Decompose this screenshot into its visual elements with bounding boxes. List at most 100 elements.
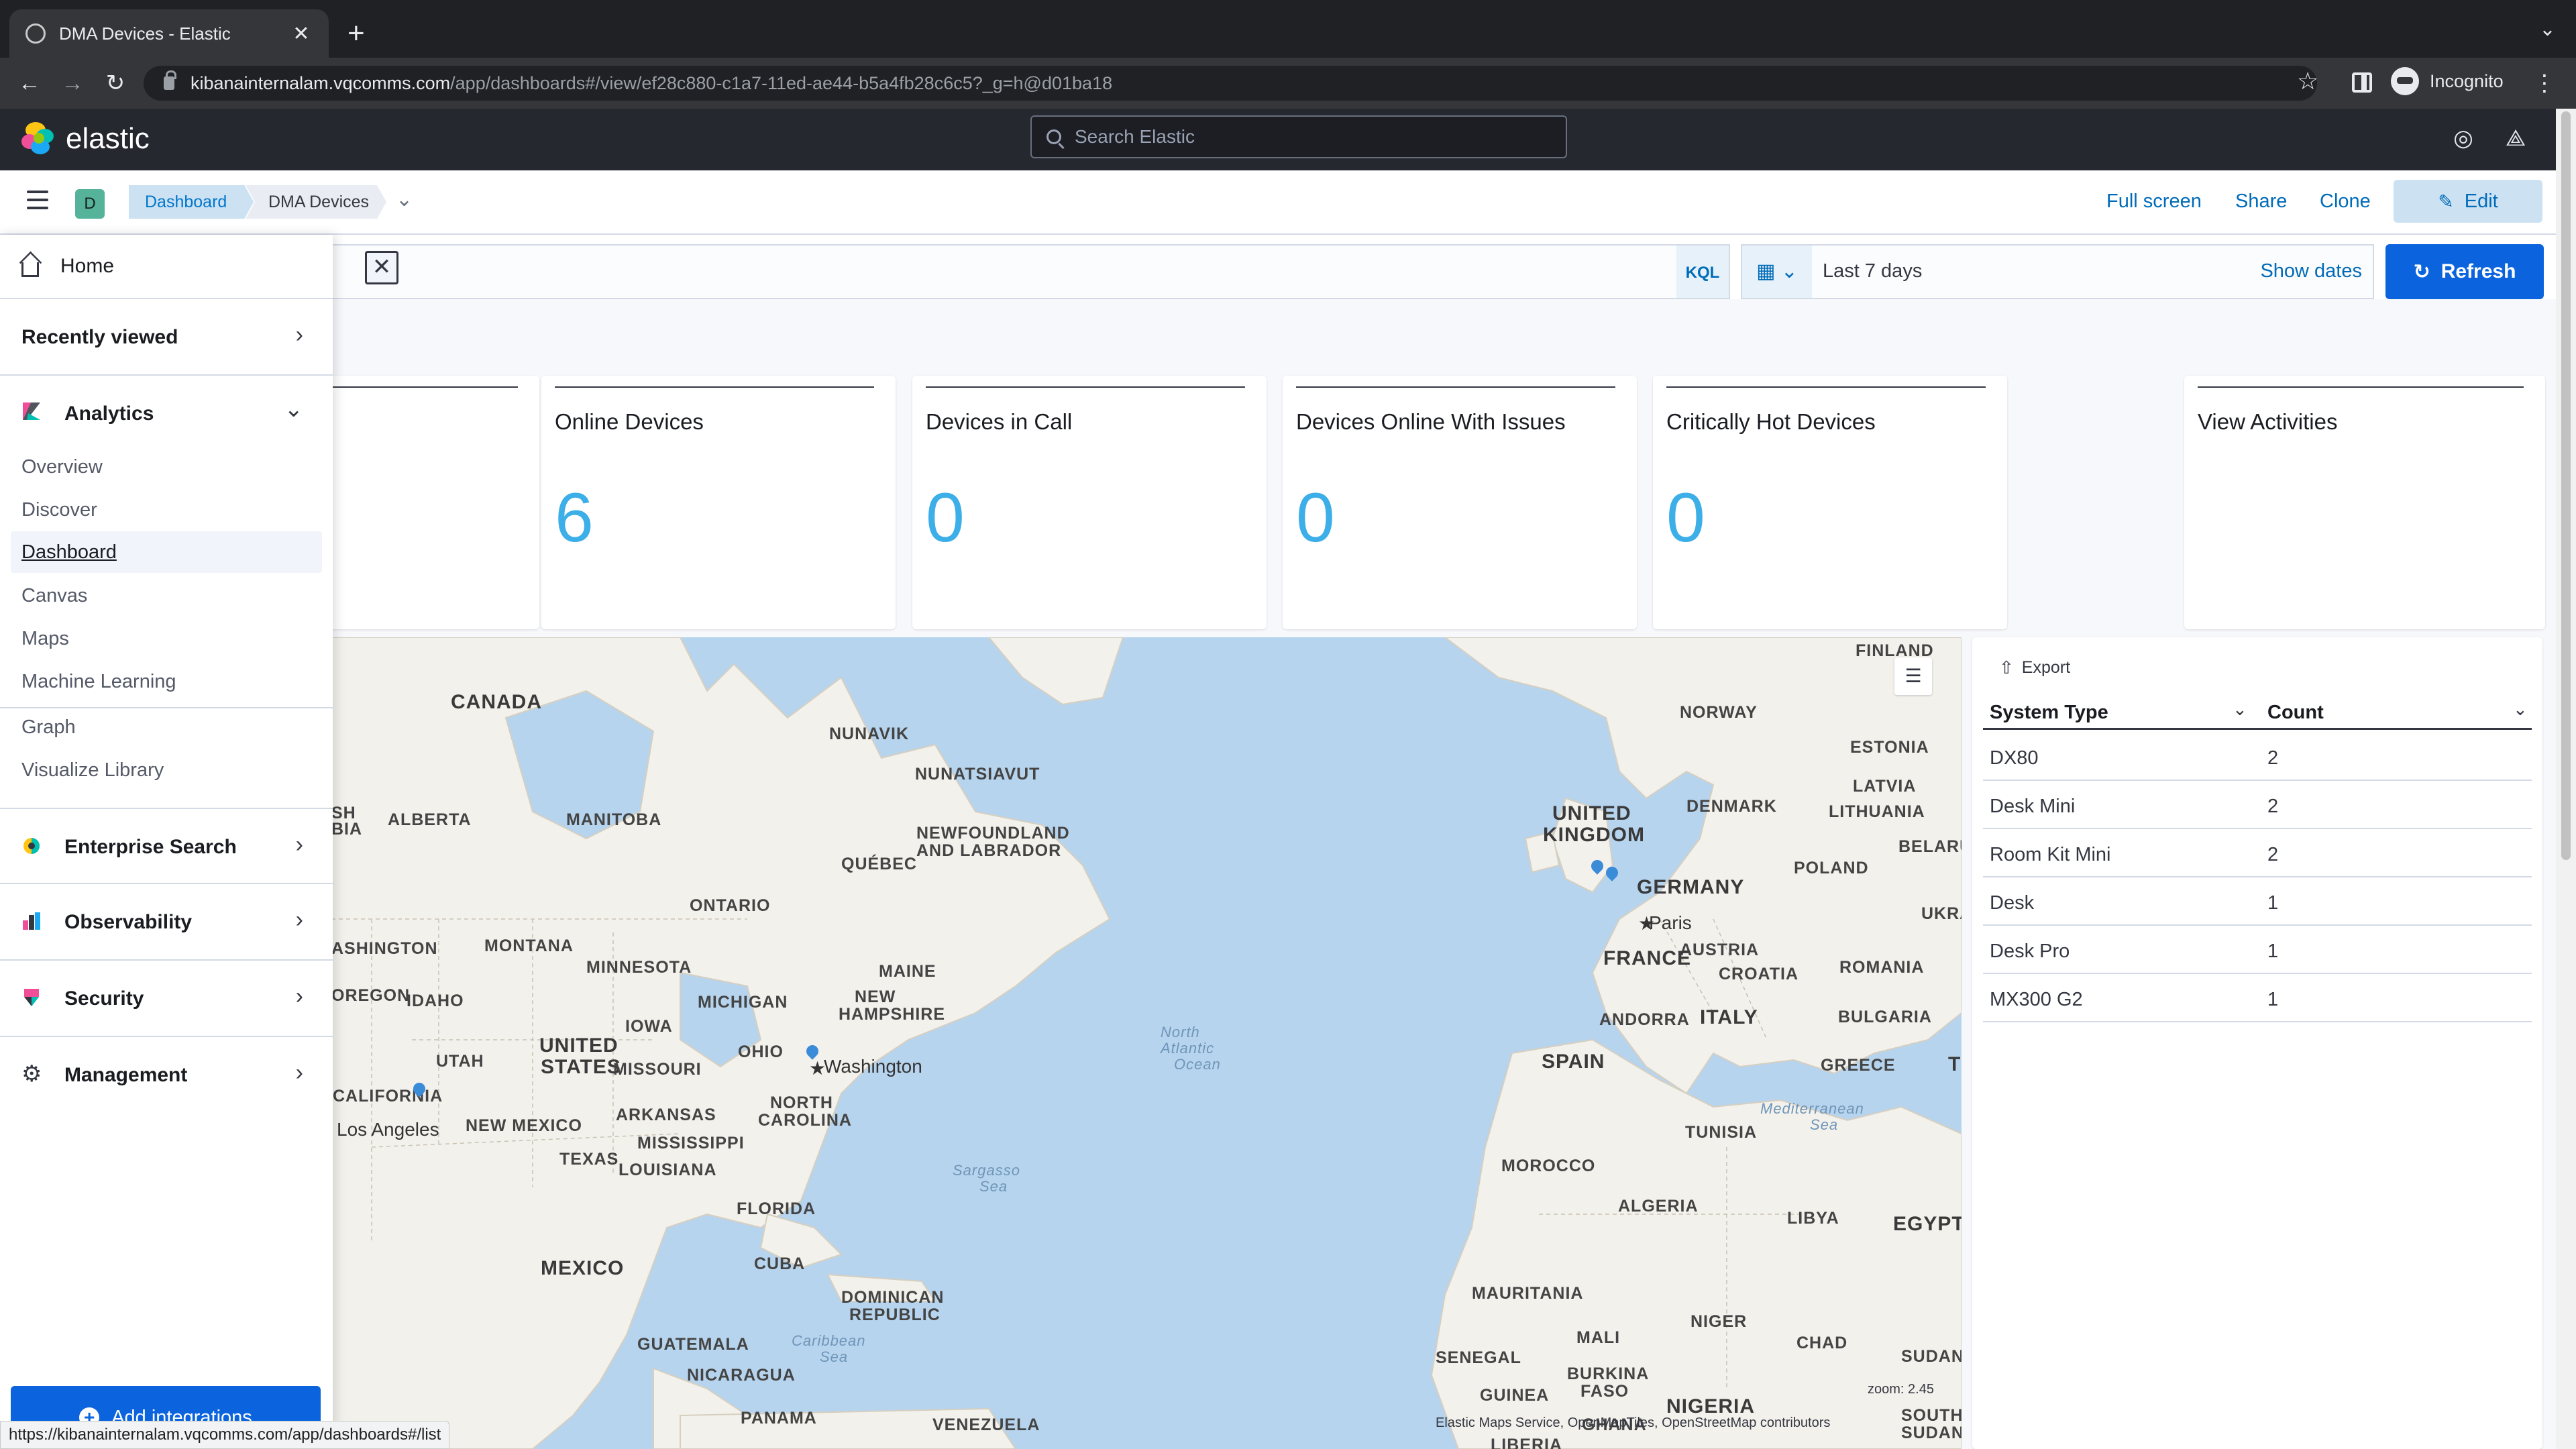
menu-hamburger-icon[interactable] bbox=[27, 191, 48, 209]
global-search-input[interactable]: Search Elastic bbox=[1030, 115, 1567, 158]
side-panel-icon[interactable] bbox=[2352, 72, 2372, 93]
map-label: POLAND bbox=[1794, 859, 1869, 877]
map-zoom-level: zoom: 2.45 bbox=[1868, 1382, 1934, 1397]
metric-panel-devices-in-call[interactable]: Devices in Call 0 bbox=[912, 376, 1267, 629]
nav-item-maps[interactable]: Maps bbox=[21, 628, 69, 650]
view-activities-panel[interactable]: View Activities bbox=[2184, 376, 2545, 629]
help-lifebuoy-icon[interactable]: ◎ bbox=[2450, 125, 2477, 152]
sort-chevron-icon[interactable]: ⌄ bbox=[2233, 699, 2247, 720]
new-tab-button[interactable]: + bbox=[347, 15, 365, 52]
table-row[interactable]: Desk Pro 1 bbox=[1983, 926, 2532, 974]
table-row[interactable]: DX80 2 bbox=[1983, 733, 2532, 781]
map-label: MALI bbox=[1576, 1328, 1621, 1347]
map-label: SUDAN bbox=[1901, 1424, 1962, 1442]
forward-arrow-icon[interactable]: → bbox=[56, 67, 89, 99]
share-button[interactable]: Share bbox=[2235, 191, 2287, 213]
clear-query-icon[interactable]: ✕ bbox=[365, 251, 398, 284]
table-row[interactable]: Desk 1 bbox=[1983, 877, 2532, 926]
count-cell: 2 bbox=[2267, 796, 2279, 817]
show-dates-button[interactable]: Show dates bbox=[2260, 260, 2362, 282]
device-location-marker[interactable] bbox=[413, 1083, 425, 1099]
query-input[interactable]: ✕ bbox=[331, 244, 1676, 299]
edit-button[interactable]: ✎ Edit bbox=[2394, 180, 2542, 223]
map-label: IOWA bbox=[625, 1017, 673, 1036]
nav-item-canvas[interactable]: Canvas bbox=[21, 585, 87, 607]
chevron-right-icon[interactable]: › bbox=[296, 907, 303, 933]
sort-chevron-icon[interactable]: ⌄ bbox=[2513, 699, 2528, 720]
map-label: SUDAN bbox=[1901, 1347, 1962, 1366]
nav-recently-viewed[interactable]: Recently viewed › bbox=[0, 299, 333, 376]
map-label: MISSOURI bbox=[613, 1060, 702, 1079]
map-attribution[interactable]: Elastic Maps Service, OpenMapTiles, Open… bbox=[1436, 1415, 1830, 1431]
nav-security[interactable]: Security › bbox=[0, 961, 333, 1037]
column-header-system-type[interactable]: System Type bbox=[1990, 702, 2108, 724]
nav-home[interactable]: Home bbox=[0, 235, 333, 299]
nav-management[interactable]: ⚙ Management › bbox=[0, 1037, 333, 1114]
system-type-cell: Desk Mini bbox=[1990, 796, 2076, 817]
map-label: GERMANY bbox=[1637, 876, 1745, 898]
nav-enterprise-search[interactable]: Enterprise Search › bbox=[0, 808, 333, 884]
device-location-marker[interactable] bbox=[1591, 860, 1603, 876]
tab-title: DMA Devices - Elastic bbox=[59, 23, 231, 44]
refresh-icon: ↻ bbox=[2413, 260, 2430, 283]
map-label: CANADA bbox=[451, 691, 542, 713]
news-feed-icon[interactable]: ⟁ bbox=[2502, 125, 2529, 152]
full-screen-button[interactable]: Full screen bbox=[2106, 191, 2202, 213]
map-label: NUNATSIAVUT bbox=[915, 765, 1040, 784]
nav-observability[interactable]: Observability › bbox=[0, 884, 333, 961]
nav-item-discover[interactable]: Discover bbox=[21, 499, 97, 521]
map-label: MINNESOTA bbox=[586, 958, 692, 977]
count-cell: 1 bbox=[2267, 892, 2279, 914]
chevron-right-icon[interactable]: › bbox=[296, 983, 303, 1010]
analytics-label[interactable]: Analytics bbox=[64, 402, 154, 425]
kql-language-toggle[interactable]: KQL bbox=[1676, 244, 1730, 299]
refresh-button[interactable]: ↻ Refresh bbox=[2385, 244, 2544, 299]
elastic-logo[interactable]: elastic bbox=[21, 122, 150, 156]
time-range-label[interactable]: Last 7 days bbox=[1823, 260, 1922, 282]
incognito-profile-button[interactable]: Incognito bbox=[2391, 67, 2504, 95]
table-row[interactable]: Room Kit Mini 2 bbox=[1983, 829, 2532, 877]
export-button[interactable]: ⇧ Export bbox=[1999, 657, 2070, 678]
chevron-down-icon[interactable]: ⌄ bbox=[396, 188, 413, 211]
chevron-right-icon[interactable]: › bbox=[296, 322, 303, 348]
back-arrow-icon[interactable]: ← bbox=[13, 67, 46, 99]
reload-icon[interactable]: ↻ bbox=[99, 67, 131, 99]
nav-item-visualize-library[interactable]: Visualize Library bbox=[21, 759, 164, 782]
chevron-down-icon[interactable]: ⌄ bbox=[284, 396, 304, 423]
address-bar[interactable]: kibanainternalam.vqcomms.com/app/dashboa… bbox=[144, 66, 2317, 101]
bookmark-star-icon[interactable]: ☆ bbox=[2297, 67, 2318, 95]
device-location-marker[interactable] bbox=[1606, 867, 1618, 883]
metric-panel-hidden[interactable] bbox=[318, 376, 539, 629]
date-picker[interactable]: ▦ ⌄ Last 7 days Show dates bbox=[1741, 244, 2374, 299]
panel-rule bbox=[555, 386, 874, 388]
nav-item-machine-learning[interactable]: Machine Learning bbox=[21, 671, 176, 693]
device-location-marker[interactable] bbox=[806, 1045, 818, 1061]
map-label: ARKANSAS bbox=[616, 1106, 716, 1124]
nav-item-graph[interactable]: Graph bbox=[21, 716, 76, 739]
tab-search-chevron-icon[interactable]: ⌄ bbox=[2539, 17, 2556, 41]
devices-map[interactable]: CANADA NUNAVIK NUNATSIAVUT ALBERTA MANIT… bbox=[331, 637, 1962, 1449]
calendar-icon[interactable]: ▦ ⌄ bbox=[1742, 246, 1812, 298]
map-label: LOUISIANA bbox=[619, 1161, 717, 1179]
tab-close-icon[interactable]: ✕ bbox=[290, 22, 313, 46]
clone-button[interactable]: Clone bbox=[2320, 191, 2371, 213]
map-layers-icon[interactable]: ☰ bbox=[1894, 657, 1932, 695]
metric-panel-online-devices[interactable]: Online Devices 6 bbox=[541, 376, 896, 629]
breadcrumb-dashboard[interactable]: Dashboard bbox=[129, 185, 254, 219]
security-icon bbox=[21, 987, 42, 1008]
browser-tab[interactable]: DMA Devices - Elastic ✕ bbox=[9, 9, 329, 58]
browser-menu-icon[interactable]: ⋮ bbox=[2533, 70, 2556, 97]
nav-item-dashboard[interactable]: Dashboard bbox=[11, 531, 322, 573]
table-row[interactable]: Desk Mini 2 bbox=[1983, 781, 2532, 829]
table-row[interactable]: MX300 G2 1 bbox=[1983, 974, 2532, 1022]
chevron-right-icon[interactable]: › bbox=[296, 1060, 303, 1086]
chevron-right-icon[interactable]: › bbox=[296, 832, 303, 858]
scrollbar-thumb[interactable] bbox=[2561, 111, 2571, 860]
page-scrollbar[interactable] bbox=[2556, 109, 2576, 1449]
metric-panel-critically-hot[interactable]: Critically Hot Devices 0 bbox=[1653, 376, 2007, 629]
space-avatar[interactable]: D bbox=[75, 189, 105, 219]
nav-item-overview[interactable]: Overview bbox=[21, 456, 103, 478]
column-header-count[interactable]: Count bbox=[2267, 702, 2324, 724]
metric-panel-devices-with-issues[interactable]: Devices Online With Issues 0 bbox=[1283, 376, 1637, 629]
table-header: System Type ⌄ Count ⌄ bbox=[1983, 691, 2532, 730]
